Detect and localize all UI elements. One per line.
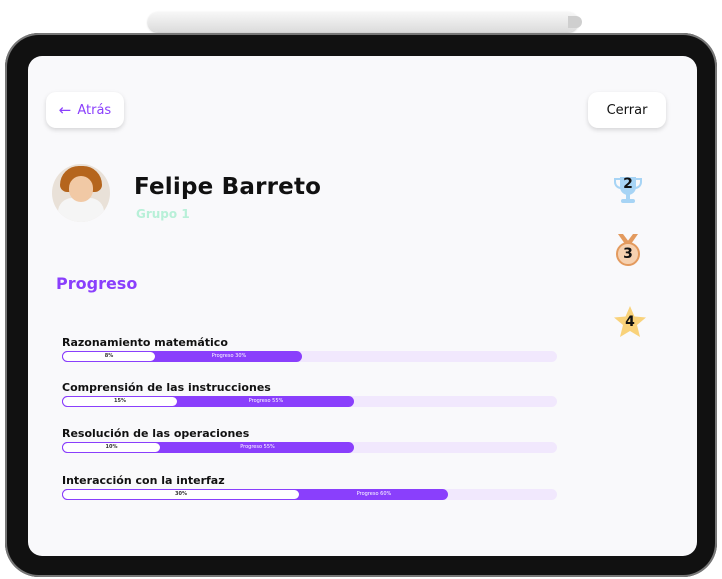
progress-base-label: 10% [105,444,118,450]
progress-row: Razonamiento matemático 8% Progreso 30% [62,336,557,362]
progress-row: Resolución de las operaciones 10% Progreso… [62,427,557,453]
progress-base-label: 15% [114,398,126,404]
award-trophy: 2 [612,174,644,206]
close-label: Cerrar [606,102,648,118]
progress-fill-label: Progreso 60% [356,491,392,497]
section-title: Progreso [56,274,138,293]
progress-row: Comprensión de las instrucciones 15% Progr… [62,381,557,407]
progress-bar: 8% Progreso 30% [62,351,557,362]
progress-row: Interacción con la interfaz 30% Progreso 6… [62,474,557,500]
close-button[interactable]: Cerrar [588,92,666,128]
progress-fill-label: Progreso 30% [211,353,247,359]
stylus-pencil [148,12,578,32]
progress-bar: 15% Progreso 55% [62,396,557,407]
award-medal: 3 [612,232,644,266]
progress-label: Resolución de las operaciones [62,427,250,440]
medal-count: 3 [623,246,633,262]
student-group: Grupo 1 [136,207,190,221]
back-label: Atrás [77,102,112,118]
stylus-tip [568,16,582,28]
progress-base-label: 30% [175,491,187,497]
progress-base-label: 8% [104,353,114,359]
progress-fill-label: Progreso 55% [240,444,275,450]
student-name: Felipe Barreto [134,174,322,200]
arrow-left-icon: ← [58,101,72,119]
back-button[interactable]: ← Atrás [46,92,124,128]
trophy-count: 2 [623,176,633,192]
progress-label: Comprensión de las instrucciones [62,381,271,394]
progress-label: Interacción con la interfaz [62,474,225,487]
award-star: 4 [612,304,646,337]
progress-label: Razonamiento matemático [62,336,228,349]
progress-bar: 30% Progreso 60% [62,489,557,500]
progress-fill-label: Progreso 55% [248,398,284,404]
app-screen: ← Atrás Cerrar Felipe Barreto Grupo 1 Pr… [28,56,697,556]
star-count: 4 [625,314,635,330]
avatar [52,164,110,222]
progress-bar: 10% Progreso 55% [62,442,557,453]
